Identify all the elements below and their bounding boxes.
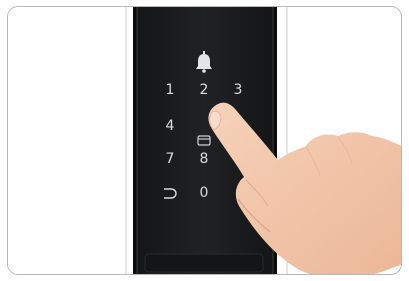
key-4[interactable]: 4	[166, 118, 175, 134]
key-3[interactable]: 3	[234, 82, 243, 98]
key-1[interactable]: 1	[166, 82, 175, 98]
key-8[interactable]: 8	[200, 151, 209, 167]
key-7[interactable]: 7	[166, 151, 175, 167]
key-2[interactable]: 2	[200, 82, 209, 98]
lock-bottom-plate	[144, 253, 264, 273]
smart-lock-illustration: 1 2 3 4 6 7 8 0	[125, 7, 401, 274]
key-0[interactable]: 0	[200, 185, 209, 201]
